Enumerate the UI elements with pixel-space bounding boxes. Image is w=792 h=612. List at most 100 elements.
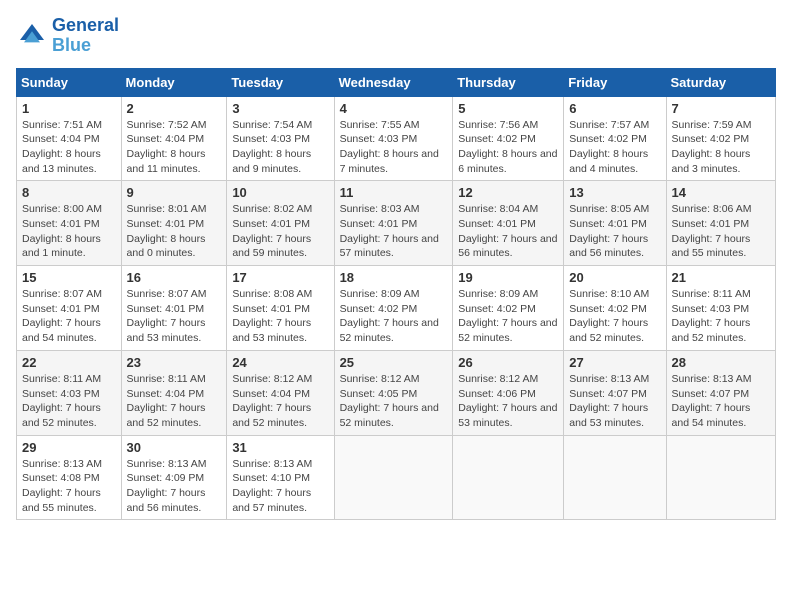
day-info: Sunrise: 8:13 AMSunset: 4:07 PMDaylight:… [672,372,770,431]
calendar-cell: 6 Sunrise: 7:57 AMSunset: 4:02 PMDayligh… [564,96,666,181]
day-info: Sunrise: 7:52 AMSunset: 4:04 PMDaylight:… [127,118,222,177]
calendar-cell: 21 Sunrise: 8:11 AMSunset: 4:03 PMDaylig… [666,266,775,351]
day-number: 1 [22,101,116,116]
calendar-cell: 14 Sunrise: 8:06 AMSunset: 4:01 PMDaylig… [666,181,775,266]
calendar-cell: 18 Sunrise: 8:09 AMSunset: 4:02 PMDaylig… [334,266,453,351]
calendar-cell: 4 Sunrise: 7:55 AMSunset: 4:03 PMDayligh… [334,96,453,181]
calendar-cell: 1 Sunrise: 7:51 AMSunset: 4:04 PMDayligh… [17,96,122,181]
day-info: Sunrise: 7:55 AMSunset: 4:03 PMDaylight:… [340,118,448,177]
day-number: 26 [458,355,558,370]
day-info: Sunrise: 7:51 AMSunset: 4:04 PMDaylight:… [22,118,116,177]
calendar-cell: 5 Sunrise: 7:56 AMSunset: 4:02 PMDayligh… [453,96,564,181]
day-info: Sunrise: 8:13 AMSunset: 4:07 PMDaylight:… [569,372,660,431]
day-number: 24 [232,355,328,370]
day-info: Sunrise: 8:10 AMSunset: 4:02 PMDaylight:… [569,287,660,346]
logo: GeneralBlue [16,16,119,56]
calendar-cell [334,435,453,520]
weekday-header-wednesday: Wednesday [334,68,453,96]
calendar-cell: 28 Sunrise: 8:13 AMSunset: 4:07 PMDaylig… [666,350,775,435]
calendar-cell [666,435,775,520]
calendar-cell: 17 Sunrise: 8:08 AMSunset: 4:01 PMDaylig… [227,266,334,351]
weekday-header-monday: Monday [121,68,227,96]
day-info: Sunrise: 8:07 AMSunset: 4:01 PMDaylight:… [22,287,116,346]
calendar-cell: 25 Sunrise: 8:12 AMSunset: 4:05 PMDaylig… [334,350,453,435]
calendar-cell: 16 Sunrise: 8:07 AMSunset: 4:01 PMDaylig… [121,266,227,351]
calendar-week-3: 15 Sunrise: 8:07 AMSunset: 4:01 PMDaylig… [17,266,776,351]
day-number: 9 [127,185,222,200]
logo-icon [16,20,48,52]
calendar-cell: 13 Sunrise: 8:05 AMSunset: 4:01 PMDaylig… [564,181,666,266]
weekday-header-tuesday: Tuesday [227,68,334,96]
day-info: Sunrise: 8:01 AMSunset: 4:01 PMDaylight:… [127,202,222,261]
logo-text: GeneralBlue [52,16,119,56]
calendar-cell: 26 Sunrise: 8:12 AMSunset: 4:06 PMDaylig… [453,350,564,435]
day-number: 23 [127,355,222,370]
weekday-header-thursday: Thursday [453,68,564,96]
weekday-header-sunday: Sunday [17,68,122,96]
calendar-week-5: 29 Sunrise: 8:13 AMSunset: 4:08 PMDaylig… [17,435,776,520]
day-number: 28 [672,355,770,370]
calendar-cell: 27 Sunrise: 8:13 AMSunset: 4:07 PMDaylig… [564,350,666,435]
day-info: Sunrise: 8:05 AMSunset: 4:01 PMDaylight:… [569,202,660,261]
calendar-cell [453,435,564,520]
day-info: Sunrise: 8:12 AMSunset: 4:05 PMDaylight:… [340,372,448,431]
day-number: 16 [127,270,222,285]
day-number: 15 [22,270,116,285]
day-info: Sunrise: 8:13 AMSunset: 4:10 PMDaylight:… [232,457,328,516]
day-info: Sunrise: 8:09 AMSunset: 4:02 PMDaylight:… [340,287,448,346]
day-number: 4 [340,101,448,116]
calendar-cell: 3 Sunrise: 7:54 AMSunset: 4:03 PMDayligh… [227,96,334,181]
day-number: 21 [672,270,770,285]
calendar-cell: 7 Sunrise: 7:59 AMSunset: 4:02 PMDayligh… [666,96,775,181]
day-info: Sunrise: 8:13 AMSunset: 4:08 PMDaylight:… [22,457,116,516]
calendar-week-2: 8 Sunrise: 8:00 AMSunset: 4:01 PMDayligh… [17,181,776,266]
page-header: GeneralBlue [16,16,776,56]
day-info: Sunrise: 7:56 AMSunset: 4:02 PMDaylight:… [458,118,558,177]
day-number: 31 [232,440,328,455]
calendar-cell: 20 Sunrise: 8:10 AMSunset: 4:02 PMDaylig… [564,266,666,351]
day-number: 14 [672,185,770,200]
day-number: 13 [569,185,660,200]
day-number: 19 [458,270,558,285]
day-number: 18 [340,270,448,285]
day-info: Sunrise: 8:08 AMSunset: 4:01 PMDaylight:… [232,287,328,346]
day-info: Sunrise: 8:12 AMSunset: 4:04 PMDaylight:… [232,372,328,431]
day-number: 20 [569,270,660,285]
calendar-cell: 29 Sunrise: 8:13 AMSunset: 4:08 PMDaylig… [17,435,122,520]
calendar-cell: 10 Sunrise: 8:02 AMSunset: 4:01 PMDaylig… [227,181,334,266]
calendar-cell: 15 Sunrise: 8:07 AMSunset: 4:01 PMDaylig… [17,266,122,351]
day-info: Sunrise: 8:07 AMSunset: 4:01 PMDaylight:… [127,287,222,346]
day-info: Sunrise: 7:54 AMSunset: 4:03 PMDaylight:… [232,118,328,177]
day-info: Sunrise: 8:06 AMSunset: 4:01 PMDaylight:… [672,202,770,261]
day-number: 17 [232,270,328,285]
calendar-table: SundayMondayTuesdayWednesdayThursdayFrid… [16,68,776,521]
day-number: 12 [458,185,558,200]
calendar-cell: 31 Sunrise: 8:13 AMSunset: 4:10 PMDaylig… [227,435,334,520]
calendar-week-1: 1 Sunrise: 7:51 AMSunset: 4:04 PMDayligh… [17,96,776,181]
day-number: 2 [127,101,222,116]
day-number: 30 [127,440,222,455]
day-number: 5 [458,101,558,116]
day-number: 27 [569,355,660,370]
weekday-header-saturday: Saturday [666,68,775,96]
day-number: 10 [232,185,328,200]
day-number: 8 [22,185,116,200]
day-info: Sunrise: 8:00 AMSunset: 4:01 PMDaylight:… [22,202,116,261]
calendar-cell: 19 Sunrise: 8:09 AMSunset: 4:02 PMDaylig… [453,266,564,351]
day-info: Sunrise: 7:57 AMSunset: 4:02 PMDaylight:… [569,118,660,177]
calendar-cell: 30 Sunrise: 8:13 AMSunset: 4:09 PMDaylig… [121,435,227,520]
weekday-header-friday: Friday [564,68,666,96]
day-number: 29 [22,440,116,455]
day-number: 11 [340,185,448,200]
day-info: Sunrise: 8:12 AMSunset: 4:06 PMDaylight:… [458,372,558,431]
day-number: 25 [340,355,448,370]
day-info: Sunrise: 8:04 AMSunset: 4:01 PMDaylight:… [458,202,558,261]
day-info: Sunrise: 8:03 AMSunset: 4:01 PMDaylight:… [340,202,448,261]
calendar-cell: 9 Sunrise: 8:01 AMSunset: 4:01 PMDayligh… [121,181,227,266]
day-info: Sunrise: 7:59 AMSunset: 4:02 PMDaylight:… [672,118,770,177]
day-info: Sunrise: 8:11 AMSunset: 4:03 PMDaylight:… [22,372,116,431]
day-info: Sunrise: 8:11 AMSunset: 4:04 PMDaylight:… [127,372,222,431]
calendar-cell: 11 Sunrise: 8:03 AMSunset: 4:01 PMDaylig… [334,181,453,266]
day-number: 6 [569,101,660,116]
day-info: Sunrise: 8:13 AMSunset: 4:09 PMDaylight:… [127,457,222,516]
